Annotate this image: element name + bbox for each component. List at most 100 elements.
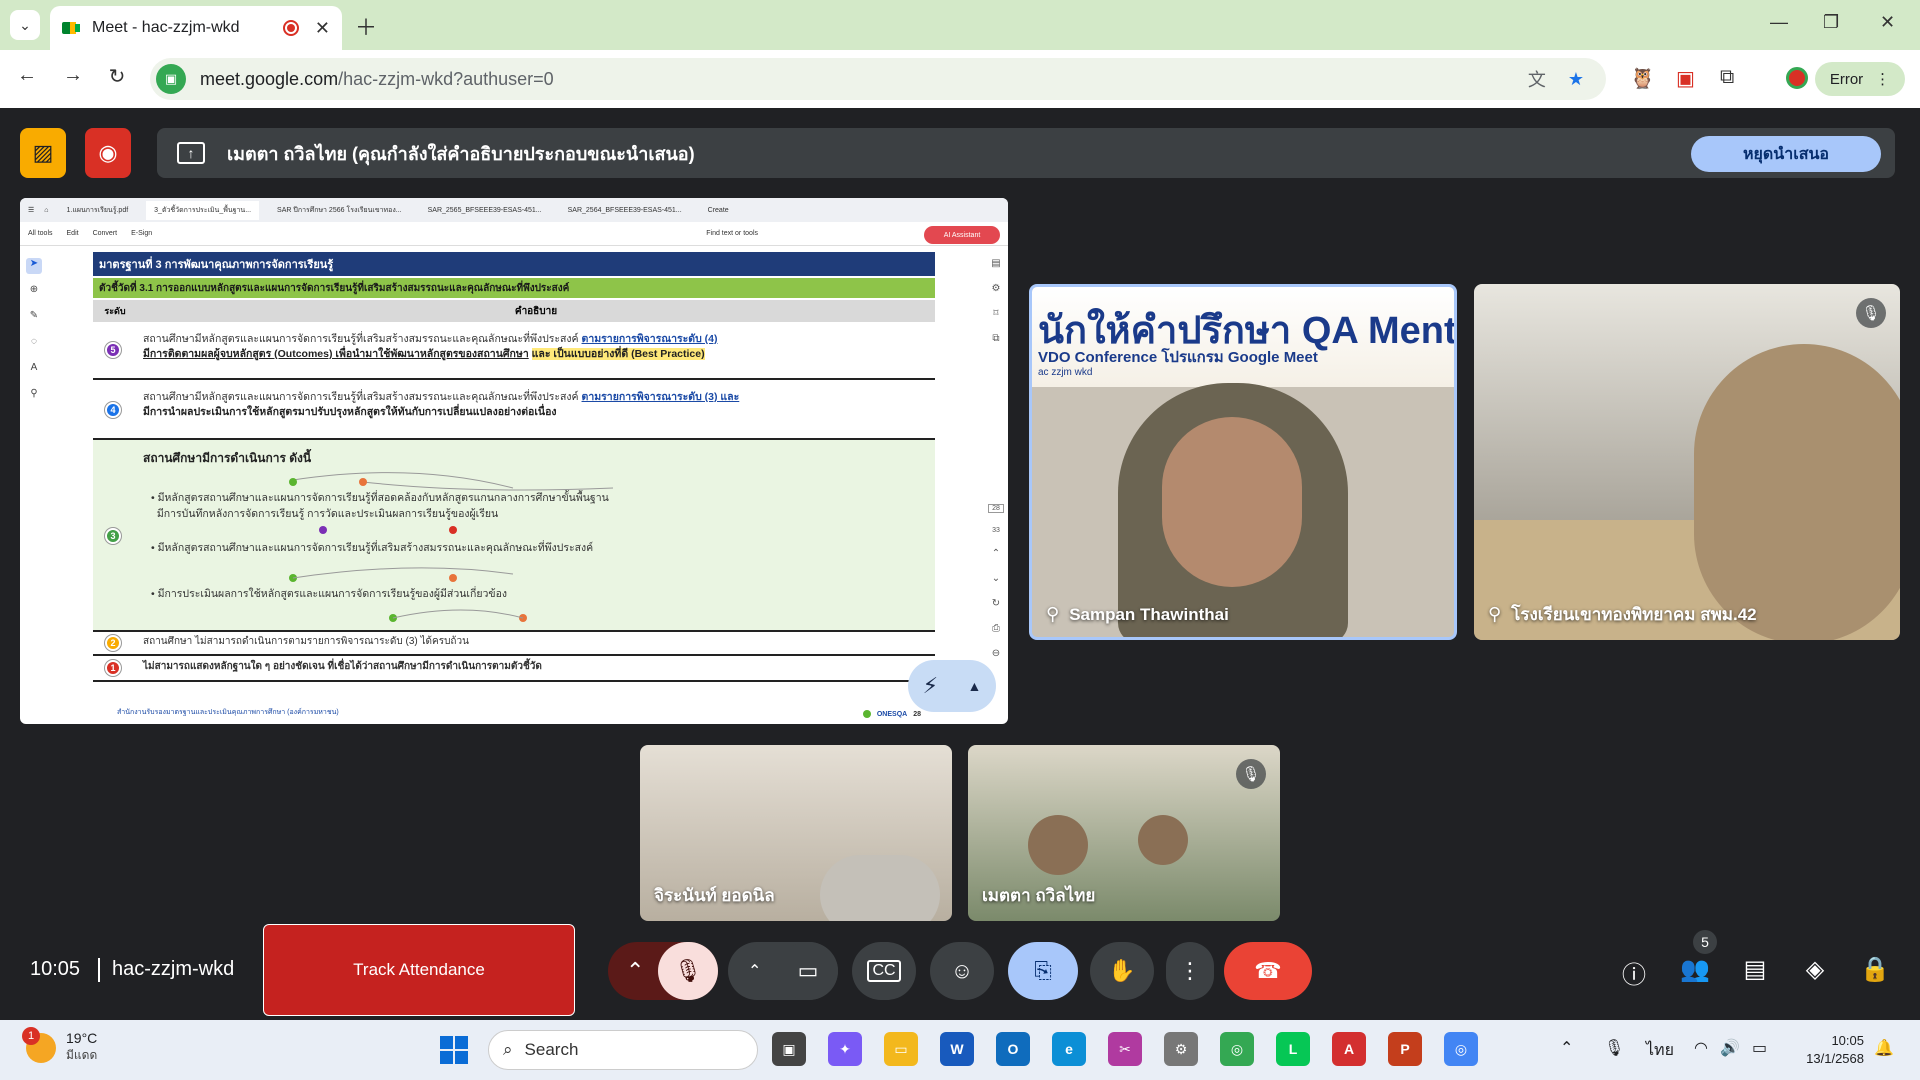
restore-window-button[interactable]: ❐ — [1823, 12, 1839, 33]
mic-toggle-button[interactable]: 🎙 — [658, 942, 718, 1000]
address-bar[interactable]: ▣ meet.google.com/hac-zzjm-wkd?authuser=… — [150, 58, 1606, 100]
bookmark-star-icon[interactable]: ★ — [1568, 69, 1584, 90]
wifi-icon[interactable]: ◠ — [1694, 1038, 1708, 1058]
zoom-out-icon[interactable]: ⊖ — [988, 648, 1004, 659]
input-language[interactable]: ไทย — [1646, 1038, 1674, 1063]
activities-button[interactable]: ◈ — [1798, 955, 1832, 984]
edge-icon[interactable]: e — [1052, 1032, 1086, 1066]
translate-icon[interactable]: 文 — [1528, 66, 1546, 92]
scroll-down-icon[interactable]: ⌄ — [988, 573, 1004, 584]
copy-icon[interactable]: ⧉ — [988, 333, 1004, 344]
captions-off-button[interactable]: ▨ — [20, 128, 66, 178]
participant-tile-jiranan[interactable]: จิระนันท์ ยอดนิล — [640, 745, 952, 921]
tool-all[interactable]: All tools — [28, 230, 53, 237]
outlook-icon[interactable]: O — [996, 1032, 1030, 1066]
forward-button[interactable]: → — [58, 64, 88, 87]
owl-extension-icon[interactable]: 🦉 — [1630, 66, 1655, 91]
participant-tile-sampan[interactable]: นักให้คำปรึกษา QA Mentor VDO Conference … — [1029, 284, 1457, 640]
zoom-icon[interactable]: ⊕ — [26, 284, 42, 300]
text-box-icon[interactable]: A — [26, 362, 42, 378]
more-options-button[interactable]: ⋮ — [1166, 942, 1214, 1000]
host-controls-button[interactable]: 🔒 — [1858, 955, 1892, 984]
pdf-tab[interactable]: SAR_2564_BFSEEE39-ESAS-451... — [560, 203, 690, 218]
camera-toggle-button[interactable]: ▭ — [778, 942, 838, 1000]
chrome-icon[interactable]: ◎ — [1220, 1032, 1254, 1066]
reactions-button[interactable]: ☺ — [930, 942, 994, 1000]
annotate-pen-icon[interactable]: ⚡ — [923, 673, 938, 699]
chat-button[interactable]: ▤ — [1738, 955, 1772, 984]
scroll-up-icon[interactable]: ⌃ — [988, 548, 1004, 559]
pin-icon[interactable]: ⚲ — [1046, 604, 1059, 625]
people-button[interactable]: 👥 — [1678, 955, 1712, 984]
copilot-icon[interactable]: ✦ — [828, 1032, 862, 1066]
create-tab[interactable]: Create — [700, 203, 737, 218]
settings-icon[interactable]: ⚙ — [988, 283, 1004, 294]
pdf-tab[interactable]: SAR_2565_BFSEEE39-ESAS-451... — [420, 203, 550, 218]
leave-call-button[interactable]: ☎ — [1224, 942, 1312, 1000]
tray-chevron-icon[interactable]: ⌃ — [1560, 1038, 1573, 1058]
captions-button[interactable]: CC — [852, 942, 916, 1000]
microphone-icon[interactable]: 🎙 — [1604, 1038, 1624, 1058]
close-window-button[interactable]: ✕ — [1880, 12, 1895, 33]
pdf-tab[interactable]: 1.แผนการเรียนรู้.pdf — [59, 201, 137, 220]
profile-error-button[interactable]: Error ⋮ — [1815, 62, 1905, 96]
lasso-icon[interactable]: ◌ — [26, 336, 42, 352]
present-button[interactable]: ⎘ — [1008, 942, 1078, 1000]
tab-search-button[interactable]: ⌄ — [10, 10, 40, 40]
weather-widget[interactable]: 1 19°C มีแดด — [22, 1026, 97, 1065]
acrobat-icon[interactable]: A — [1332, 1032, 1366, 1066]
new-tab-button[interactable]: ＋ — [355, 10, 377, 42]
pdf-tab[interactable]: SAR ปีการศึกษา 2566 โรงเรียนเขาทอง... — [269, 201, 410, 220]
tool-convert[interactable]: Convert — [93, 230, 118, 237]
rotate-icon[interactable]: ↻ — [988, 598, 1004, 609]
on-extension-icon[interactable]: ▣ — [1676, 66, 1695, 91]
battery-icon[interactable]: ▭ — [1752, 1038, 1767, 1058]
chevron-up-icon[interactable]: ▲ — [967, 678, 981, 694]
snipping-tool-icon[interactable]: ✂ — [1108, 1032, 1142, 1066]
raise-hand-button[interactable]: ✋ — [1090, 942, 1154, 1000]
back-button[interactable]: ← — [12, 64, 42, 87]
close-tab-icon[interactable]: ✕ — [315, 18, 330, 39]
comment-icon[interactable]: ▤ — [988, 258, 1004, 269]
line-icon[interactable]: L — [1276, 1032, 1310, 1066]
reload-button[interactable]: ↻ — [102, 64, 132, 89]
stop-presenting-button[interactable]: หยุดนำเสนอ — [1691, 136, 1881, 172]
site-info-icon[interactable]: ▣ — [156, 64, 186, 94]
tool-esign[interactable]: E-Sign — [131, 230, 152, 237]
minimize-window-button[interactable]: — — [1770, 12, 1788, 33]
meeting-info-button[interactable]: ⓘ — [1617, 955, 1651, 990]
document-icon[interactable]: ⎙ — [988, 623, 1004, 634]
tool-edit[interactable]: Edit — [67, 230, 79, 237]
annotation-float-control[interactable]: ⚡ ▲ — [908, 660, 996, 712]
chrome-profile-icon[interactable]: ◎ — [1444, 1032, 1478, 1066]
profile-avatar[interactable] — [1786, 67, 1808, 89]
home-icon[interactable]: ⌂ — [44, 207, 48, 214]
windows-start-icon[interactable] — [440, 1036, 468, 1064]
stamp-icon[interactable]: ⚲ — [26, 388, 42, 404]
participant-tile-school[interactable]: 🎙 ⚲ โรงเรียนเขาทองพิทยาคม สพม.42 — [1474, 284, 1900, 640]
volume-icon[interactable]: 🔊 — [1720, 1038, 1740, 1058]
powerpoint-icon[interactable]: P — [1388, 1032, 1422, 1066]
select-cursor-icon[interactable]: ➤ — [26, 258, 42, 274]
bookmark-icon[interactable]: ⌑ — [988, 308, 1004, 319]
extensions-puzzle-icon[interactable]: ⧉ — [1720, 66, 1734, 89]
taskbar-search[interactable]: ⌕ Search — [488, 1030, 758, 1070]
page-number-field[interactable]: 28 — [988, 504, 1004, 513]
ai-assistant-button[interactable]: AI Assistant — [924, 226, 1000, 244]
file-explorer-icon[interactable]: ▭ — [884, 1032, 918, 1066]
track-attendance-button[interactable]: Track Attendance — [263, 924, 575, 1016]
settings-app-icon[interactable]: ⚙ — [1164, 1032, 1198, 1066]
notification-bell-icon[interactable]: 🔔 — [1874, 1038, 1894, 1058]
menu-icon[interactable]: ☰ — [28, 206, 34, 214]
find-tools-input[interactable]: Find text or tools — [706, 230, 758, 237]
recording-button[interactable]: ◉ — [85, 128, 131, 178]
pen-icon[interactable]: ✎ — [26, 310, 42, 326]
pdf-tab-active[interactable]: 3_ตัวชี้วัดการประเมิน_พื้นฐาน... — [146, 200, 260, 220]
notification-count: 1 — [22, 1026, 40, 1045]
word-icon[interactable]: W — [940, 1032, 974, 1066]
tab-meet[interactable]: Meet - hac-zzjm-wkd ✕ — [50, 6, 342, 50]
participant-tile-metta[interactable]: 🎙 เมตตา ถวิลไทย — [968, 745, 1280, 921]
system-clock[interactable]: 10:05 13/1/2568 — [1806, 1032, 1864, 1068]
task-view-icon[interactable]: ▣ — [772, 1032, 806, 1066]
pin-icon[interactable]: ⚲ — [1488, 604, 1501, 625]
